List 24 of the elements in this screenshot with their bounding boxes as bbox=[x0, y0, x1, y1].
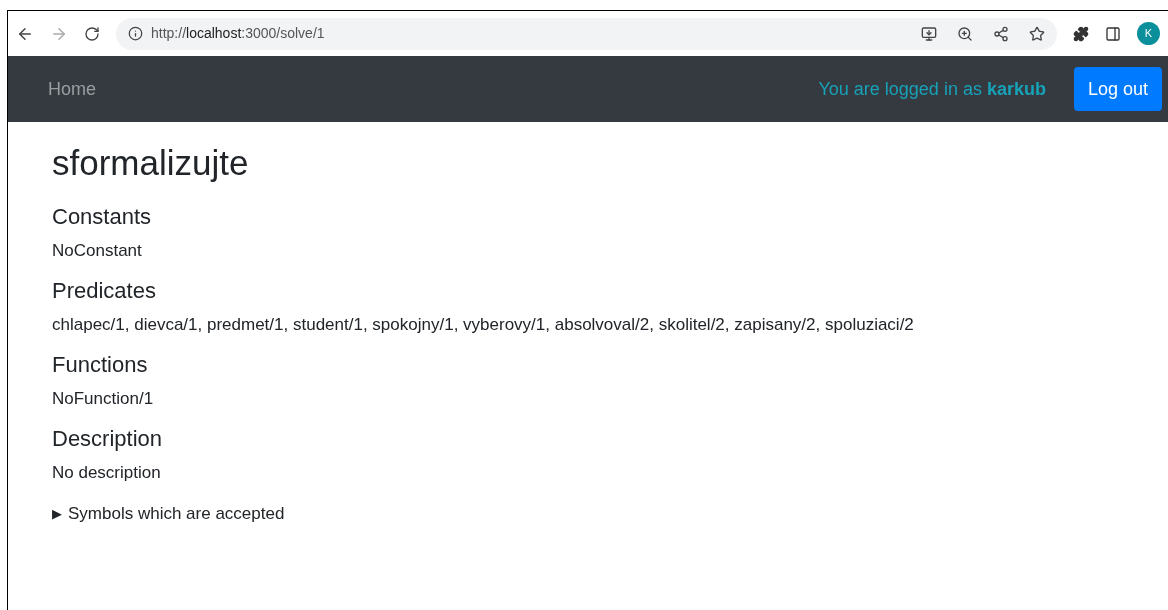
address-bar[interactable]: http://localhost:3000/solve/1 bbox=[116, 17, 1057, 50]
details-summary[interactable]: ▶ Symbols which are accepted bbox=[52, 501, 1168, 527]
zoom-icon[interactable] bbox=[957, 25, 973, 42]
reload-icon[interactable] bbox=[84, 25, 100, 42]
section-text: chlapec/1, dievca/1, predmet/1, student/1, spokojny/1, vyberovy/1, absolvoval/2, skolitel/2, zapisany/2, spoluziaci/2 bbox=[52, 314, 915, 336]
section-text: No description bbox=[52, 462, 162, 484]
side-panel-icon[interactable] bbox=[1105, 25, 1121, 42]
section-text: NoConstant bbox=[52, 240, 143, 262]
install-icon[interactable] bbox=[921, 25, 937, 42]
page-title: sformalizujte bbox=[52, 142, 250, 184]
section-heading: Functions bbox=[52, 351, 149, 379]
logout-button[interactable]: Log out bbox=[1073, 67, 1162, 111]
home-link[interactable]: Home bbox=[48, 75, 96, 103]
login-status: You are logged in as karkub bbox=[818, 77, 1046, 101]
section-text: NoFunction/1 bbox=[52, 388, 155, 410]
section-heading: Description bbox=[52, 425, 164, 453]
section-heading: Predicates bbox=[52, 277, 157, 305]
star-icon[interactable] bbox=[1029, 25, 1045, 42]
info-icon[interactable] bbox=[128, 26, 143, 41]
section-heading: Constants bbox=[52, 203, 153, 231]
profile-avatar[interactable]: K bbox=[1137, 22, 1160, 45]
url-text: http://localhost:3000/solve/1 bbox=[151, 24, 325, 43]
share-icon[interactable] bbox=[993, 25, 1009, 42]
extensions-icon[interactable] bbox=[1073, 25, 1089, 42]
